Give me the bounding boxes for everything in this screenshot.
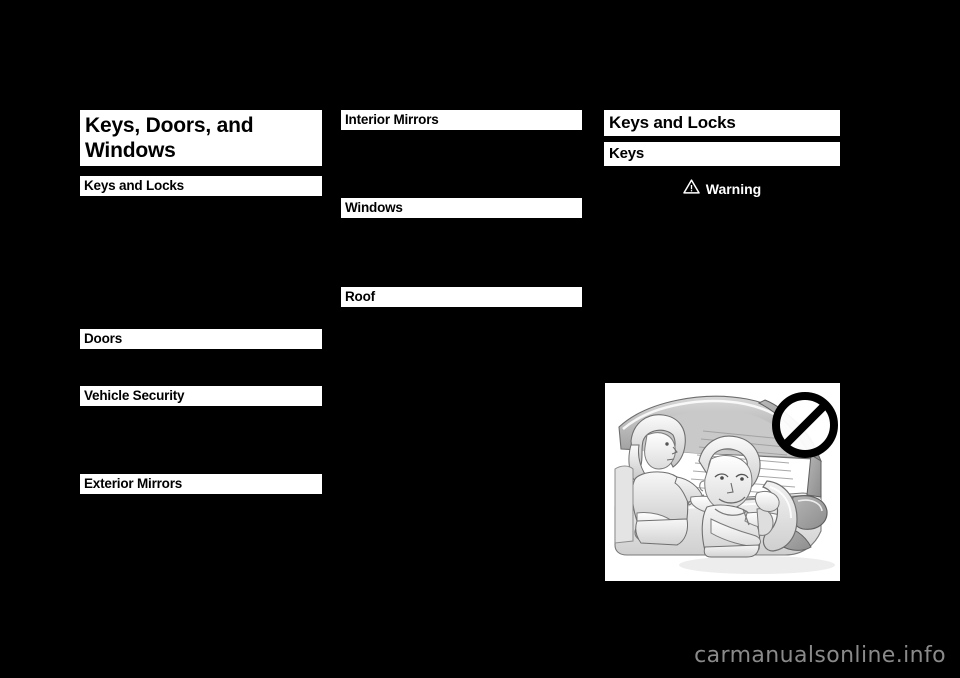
toc-entry-label: Vehicle Security — [84, 388, 185, 403]
section-heading-label: Keys and Locks — [609, 113, 736, 132]
chapter-title-line-2: Windows — [85, 139, 176, 162]
site-watermark: carmanualsonline.info — [694, 643, 946, 668]
warning-label: Warning — [705, 181, 762, 197]
toc-entry-label: Windows — [345, 200, 403, 215]
toc-entry-windows[interactable]: Windows — [341, 198, 582, 218]
no-entry-slash-icon — [772, 392, 838, 458]
chapter-title-line-1: Keys, Doors, and — [85, 114, 254, 137]
section-heading-keys-and-locks: Keys and Locks — [604, 110, 840, 136]
manual-page: Keys, Doors, and Windows Keys and Locks … — [0, 0, 960, 678]
warning-block: Warning — [604, 178, 840, 200]
figure-children-in-vehicle — [605, 383, 840, 581]
figure-artwork — [607, 385, 838, 579]
chapter-title: Keys, Doors, and Windows — [80, 110, 322, 166]
subsection-heading-label: Keys — [609, 145, 645, 162]
subsection-heading-keys: Keys — [604, 142, 840, 166]
toc-entry-label: Roof — [345, 289, 375, 304]
toc-entry-vehicle-security[interactable]: Vehicle Security — [80, 386, 322, 406]
toc-entry-label: Keys and Locks — [84, 178, 184, 193]
toc-entry-doors[interactable]: Doors — [80, 329, 322, 349]
toc-entry-label: Doors — [84, 331, 123, 346]
toc-entry-exterior-mirrors[interactable]: Exterior Mirrors — [80, 474, 322, 494]
toc-entry-roof[interactable]: Roof — [341, 287, 582, 307]
warning-triangle-icon — [683, 179, 700, 199]
toc-entry-label: Exterior Mirrors — [84, 476, 183, 491]
toc-entry-keys-and-locks[interactable]: Keys and Locks — [80, 176, 322, 196]
toc-entry-interior-mirrors[interactable]: Interior Mirrors — [341, 110, 582, 130]
toc-entry-label: Interior Mirrors — [345, 112, 439, 127]
